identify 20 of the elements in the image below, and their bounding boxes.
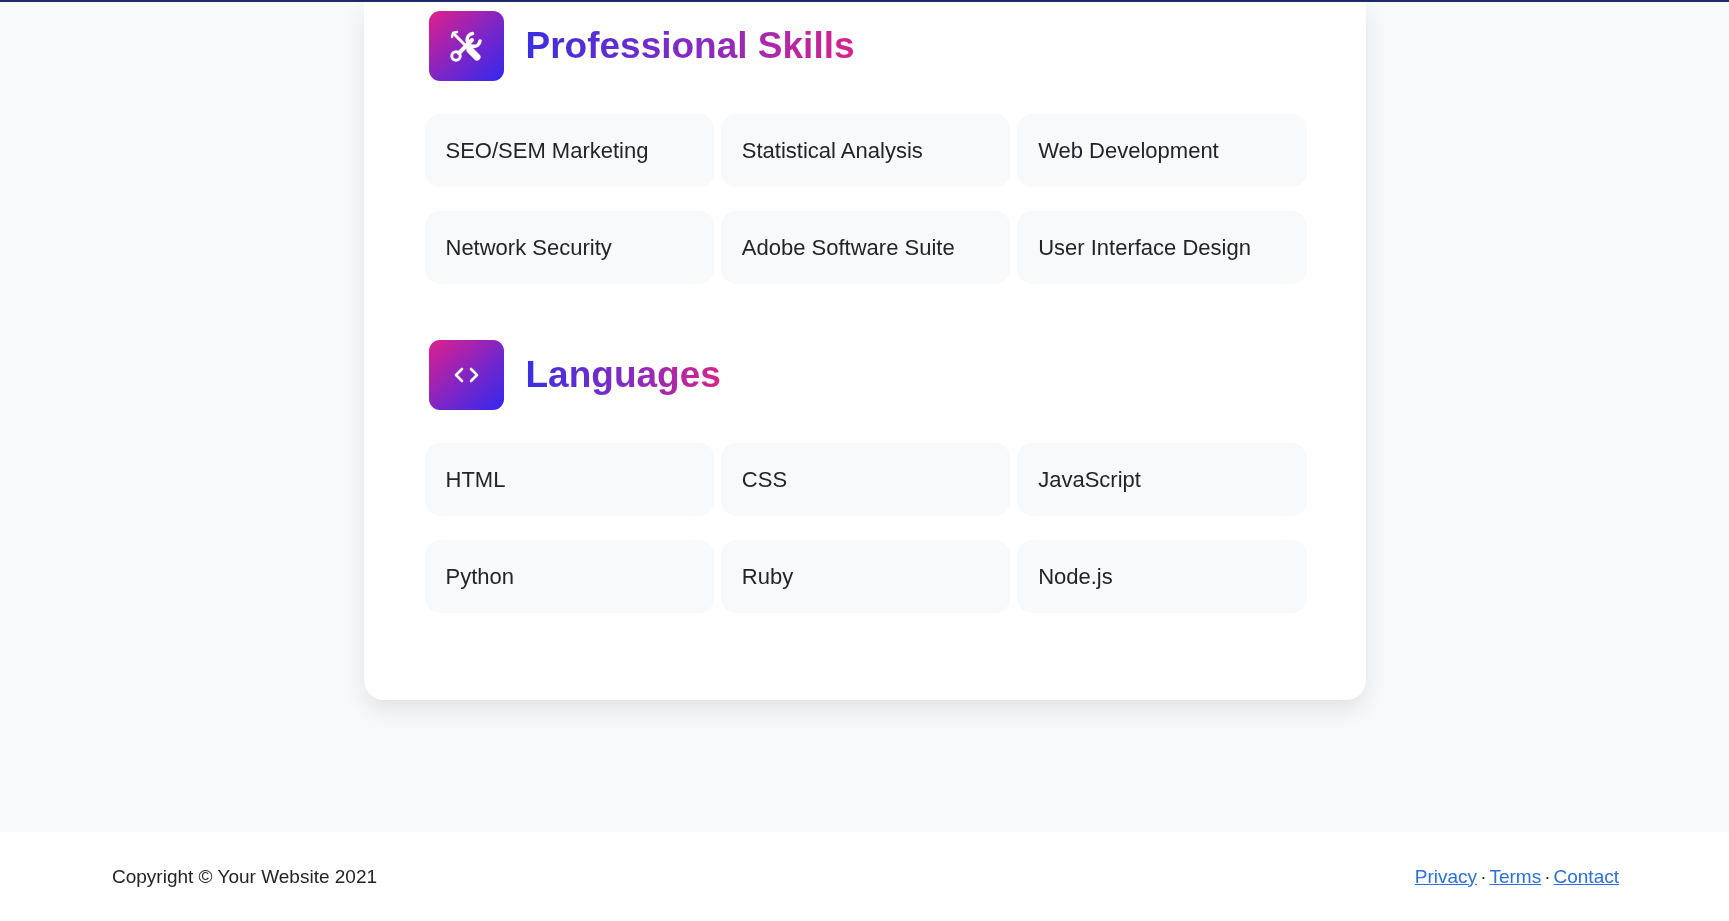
skill-tile: Python — [424, 540, 714, 613]
skill-tile: Adobe Software Suite — [720, 211, 1011, 284]
skill-tile: CSS — [720, 443, 1011, 516]
footer-link[interactable]: Terms — [1489, 865, 1542, 888]
footer-link[interactable]: Contact — [1553, 865, 1619, 888]
skill-tile: Node.js — [1017, 540, 1307, 613]
skill-tile: Statistical Analysis — [720, 114, 1011, 187]
skill-tile: JavaScript — [1017, 443, 1307, 516]
skill-tile: User Interface Design — [1017, 211, 1307, 284]
code-icon — [428, 340, 504, 410]
link-separator: · — [1544, 865, 1551, 888]
skill-tile: Network Security — [424, 211, 714, 284]
footer-link[interactable]: Privacy — [1414, 865, 1478, 888]
skill-tile: Web Development — [1017, 114, 1307, 187]
skill-tile: Ruby — [720, 540, 1011, 613]
link-separator: · — [1480, 865, 1487, 888]
copyright-text: Copyright © Your Website 2021 — [112, 865, 378, 888]
tools-icon — [428, 11, 504, 81]
skill-tile: SEO/SEM Marketing — [424, 114, 714, 187]
skill-tile: HTML — [424, 443, 714, 516]
